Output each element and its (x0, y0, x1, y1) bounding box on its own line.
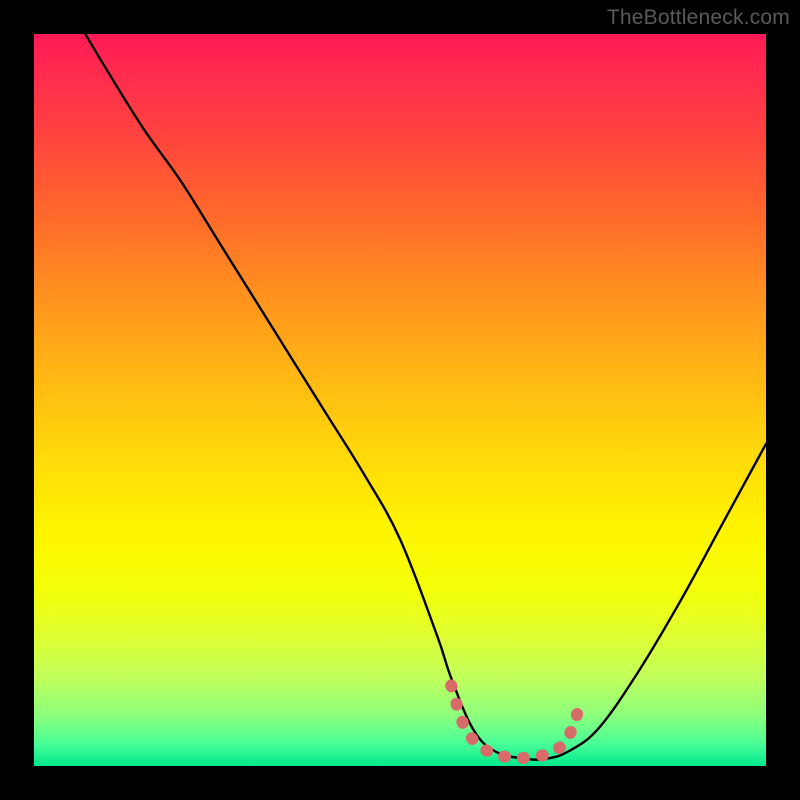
bottleneck-curve-path (85, 34, 766, 760)
watermark-text: TheBottleneck.com (607, 6, 790, 30)
chart-frame: TheBottleneck.com (0, 0, 800, 800)
plot-area (34, 34, 766, 766)
bottleneck-chart-svg (34, 34, 766, 766)
